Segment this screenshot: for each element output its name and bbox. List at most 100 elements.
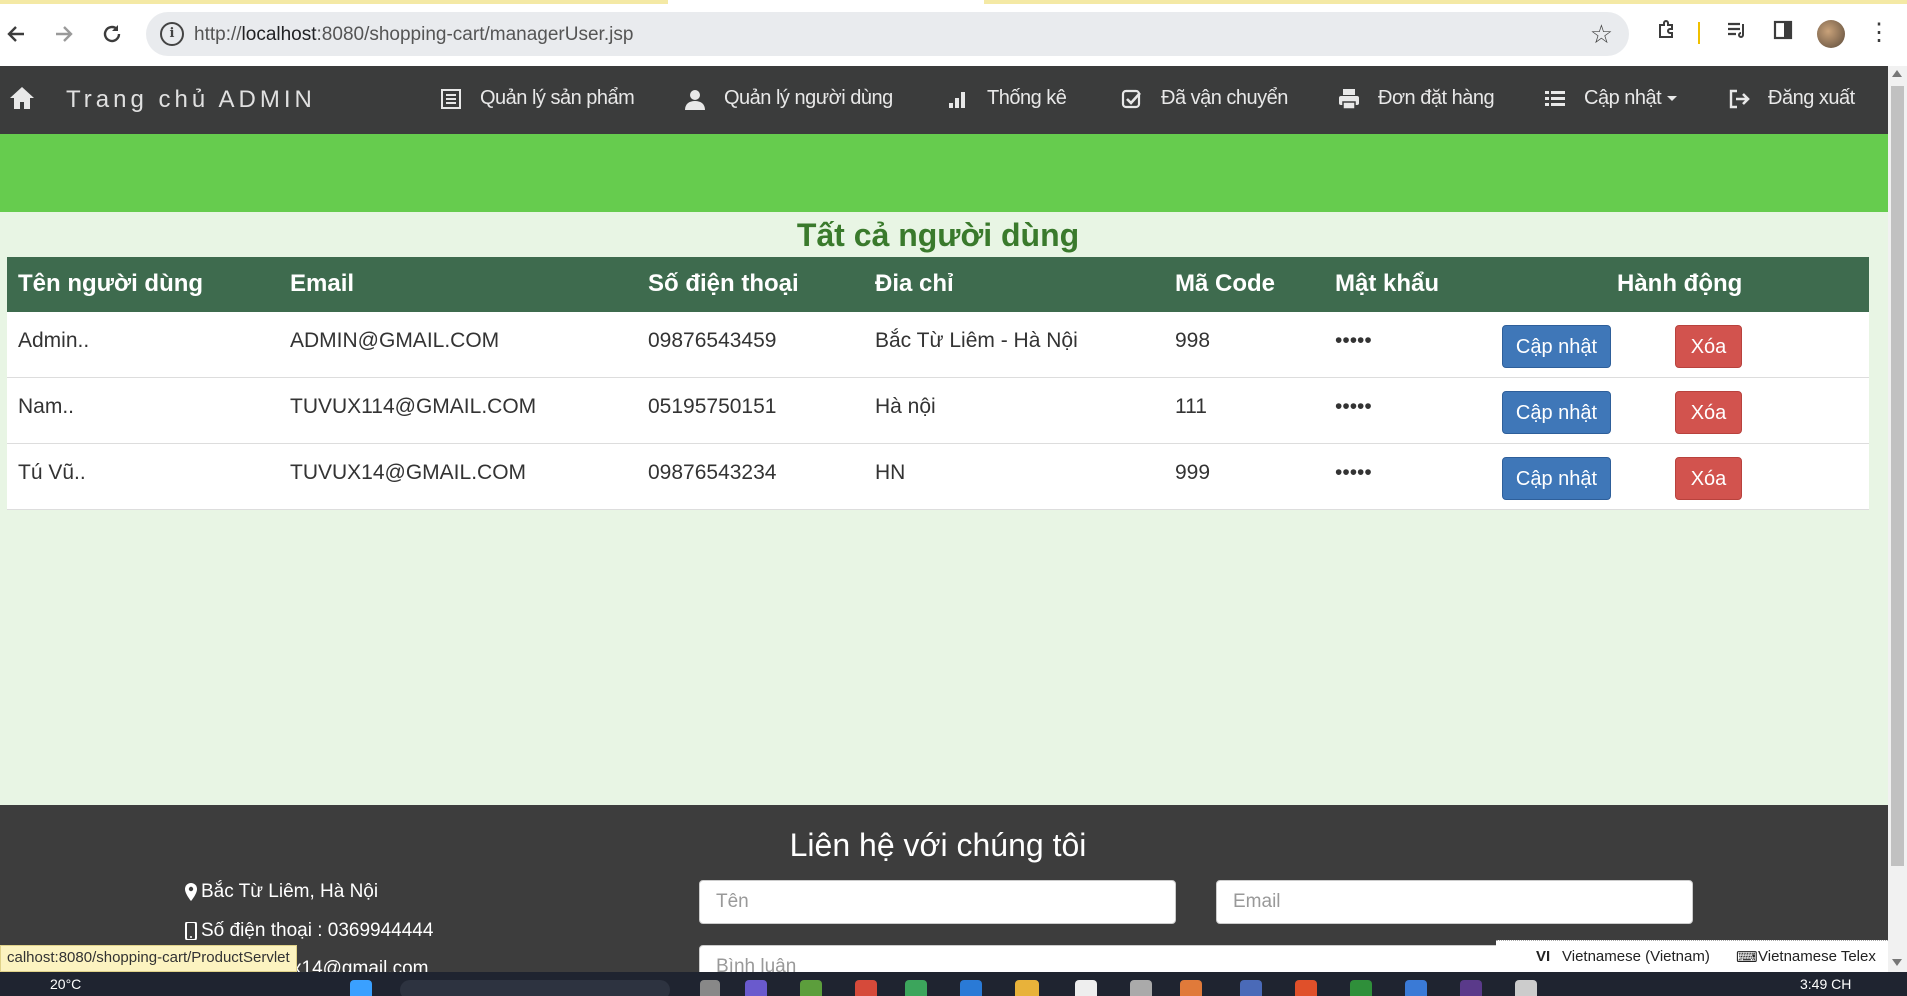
col-header-address: Đia chỉ <box>875 270 954 297</box>
logout-icon <box>1728 88 1750 110</box>
table-row: Tú Vũ.. TUVUX14@GMAIL.COM 09876543234 HN… <box>7 444 1869 510</box>
update-button[interactable]: Cập nhật <box>1502 325 1611 368</box>
footer-title: Liên hệ với chúng tôi <box>789 827 1087 863</box>
nav-item-products[interactable]: Quản lý sản phẩm <box>440 87 635 110</box>
nav-item-orders[interactable]: Đơn đặt hàng <box>1338 87 1495 110</box>
ime-lang-code[interactable]: VI <box>1536 948 1550 965</box>
taskbar-app-icon[interactable] <box>800 980 822 996</box>
cell-address: Hà nội <box>875 395 936 418</box>
taskbar-app-icon[interactable] <box>1240 980 1262 996</box>
keyboard-icon[interactable]: ⌨ <box>1736 948 1758 966</box>
cell-name: Admin.. <box>18 329 90 352</box>
taskbar-app-icon[interactable] <box>1180 980 1202 996</box>
delete-button[interactable]: Xóa <box>1675 325 1742 368</box>
cell-name: Tú Vũ.. <box>18 461 86 484</box>
forward-icon[interactable] <box>48 18 80 50</box>
user-icon <box>684 88 706 110</box>
bar-chart-icon <box>947 88 969 110</box>
address-bar[interactable]: i http://localhost:8080/shopping-cart/ma… <box>146 12 1629 56</box>
cell-address: HN <box>875 461 906 484</box>
profile-avatar[interactable] <box>1817 20 1845 48</box>
taskbar-app-icon[interactable] <box>1295 980 1317 996</box>
nav-item-logout[interactable]: Đăng xuất <box>1728 87 1855 110</box>
back-icon[interactable] <box>0 18 32 50</box>
admin-navbar: Trang chủ ADMIN Quản lý sản phẩm Quản lý… <box>0 66 1888 134</box>
vscode-icon[interactable] <box>960 980 982 996</box>
delete-button[interactable]: Xóa <box>1675 391 1742 434</box>
url-text[interactable]: http://localhost:8080/shopping-cart/mana… <box>194 24 633 46</box>
cell-password: ••••• <box>1335 461 1372 484</box>
col-header-password: Mật khẩu <box>1335 270 1440 297</box>
taskbar-app-icon[interactable] <box>1075 980 1097 996</box>
ime-lang-label[interactable]: Vietnamese (Vietnam) <box>1562 948 1710 965</box>
print-icon <box>1338 88 1360 110</box>
mobile-phone-icon <box>184 921 198 941</box>
scroll-down-icon[interactable] <box>1892 959 1902 966</box>
cell-email: TUVUX14@GMAIL.COM <box>290 461 527 484</box>
clock-time[interactable]: 3:49 CH <box>1800 976 1851 992</box>
cell-code: 998 <box>1175 329 1211 352</box>
media-queue-icon[interactable] <box>1722 18 1752 48</box>
footer-address: Bắc Từ Liêm, Hà Nội <box>184 881 378 903</box>
calendar-icon[interactable] <box>1405 980 1427 996</box>
cell-email: TUVUX114@GMAIL.COM <box>290 395 537 418</box>
taskbar-app-icon[interactable] <box>1350 980 1372 996</box>
cell-phone: 09876543234 <box>648 461 777 484</box>
list-icon <box>440 88 462 110</box>
contact-email-input[interactable]: Email <box>1216 880 1693 924</box>
reload-icon[interactable] <box>96 18 128 50</box>
col-header-name: Tên người dùng <box>18 270 204 297</box>
ime-keyboard-label[interactable]: Vietnamese Telex <box>1758 948 1876 965</box>
chevron-down-icon <box>1667 96 1678 101</box>
browser-toolbar: i http://localhost:8080/shopping-cart/ma… <box>0 0 1907 66</box>
col-header-email: Email <box>290 270 355 297</box>
update-button[interactable]: Cập nhật <box>1502 457 1611 500</box>
table-row: Admin.. ADMIN@GMAIL.COM 09876543459 Bắc … <box>7 312 1869 378</box>
scrollbar-thumb[interactable] <box>1891 86 1904 866</box>
weather-text[interactable]: 20°C <box>50 976 81 992</box>
home-icon[interactable] <box>8 84 36 112</box>
cell-code: 999 <box>1175 461 1211 484</box>
table-row: Nam.. TUVUX114@GMAIL.COM 05195750151 Hà … <box>7 378 1869 444</box>
link-status-bar: calhost:8080/shopping-cart/ProductServle… <box>0 945 297 972</box>
contact-name-input[interactable]: Tên <box>699 880 1176 924</box>
update-button[interactable]: Cập nhật <box>1502 391 1611 434</box>
cell-password: ••••• <box>1335 395 1372 418</box>
page-scrollbar[interactable] <box>1888 66 1907 972</box>
site-info-icon[interactable]: i <box>160 22 184 46</box>
taskbar-app-icon[interactable] <box>1460 980 1482 996</box>
check-square-icon <box>1121 88 1143 110</box>
ime-language-bar: VI Vietnamese (Vietnam) ⌨ Vietnamese Tel… <box>1496 940 1888 972</box>
delete-button[interactable]: Xóa <box>1675 457 1742 500</box>
taskbar-app-icon[interactable] <box>1130 980 1152 996</box>
taskbar-app-icon[interactable] <box>905 980 927 996</box>
nav-item-update-dropdown[interactable]: Cập nhật <box>1544 87 1678 110</box>
th-list-icon <box>1544 88 1566 110</box>
start-icon[interactable] <box>350 980 372 996</box>
cell-email: ADMIN@GMAIL.COM <box>290 329 500 352</box>
col-header-actions: Hành động <box>1617 270 1743 297</box>
users-table: Tên người dùng Email Số điện thoại Đia c… <box>7 257 1869 510</box>
bookmark-star-icon[interactable]: ☆ <box>1590 19 1613 50</box>
chrome-icon[interactable] <box>855 980 877 996</box>
folder-icon[interactable] <box>1015 980 1039 996</box>
col-header-phone: Số điện thoại <box>648 270 799 297</box>
tab-strip-edge <box>0 0 1907 4</box>
scroll-up-icon[interactable] <box>1892 70 1902 77</box>
cell-password: ••••• <box>1335 329 1372 352</box>
navbar-brand[interactable]: Trang chủ ADMIN <box>66 86 316 114</box>
side-panel-icon[interactable] <box>1768 18 1798 48</box>
taskbar-app-icon[interactable] <box>700 980 720 996</box>
cell-code: 111 <box>1175 395 1207 418</box>
menu-kebab-icon[interactable]: ⋮ <box>1864 18 1894 48</box>
search-box[interactable] <box>400 980 670 996</box>
table-header: Tên người dùng Email Số điện thoại Đia c… <box>7 257 1869 312</box>
settings-icon[interactable] <box>1515 980 1537 996</box>
nav-item-shipped[interactable]: Đã vận chuyển <box>1121 87 1288 110</box>
extensions-icon[interactable] <box>1652 18 1682 48</box>
nav-item-users[interactable]: Quản lý người dùng <box>684 87 893 110</box>
nav-item-statistics[interactable]: Thống kê <box>947 87 1067 110</box>
taskbar-app-icon[interactable] <box>745 980 767 996</box>
toolbar-separator <box>1698 22 1700 44</box>
col-header-code: Mã Code <box>1175 270 1276 297</box>
